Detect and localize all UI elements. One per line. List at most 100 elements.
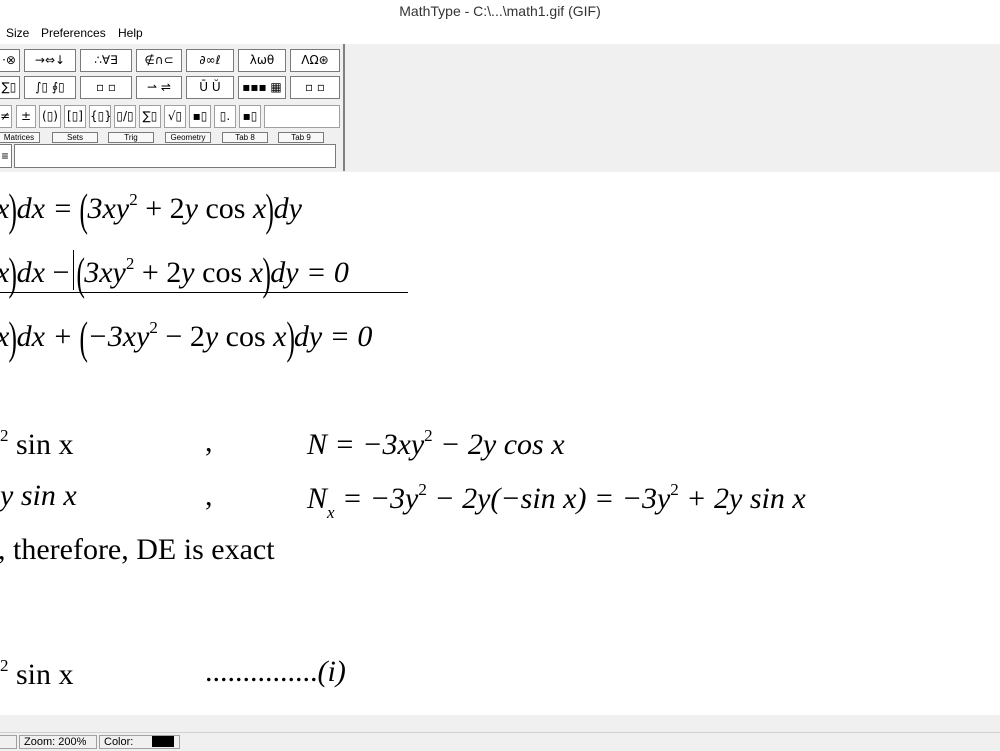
selection-underline	[0, 292, 408, 293]
eq3-x2: x	[273, 320, 287, 353]
toolbar-area: ·⊗ →⇔↓ ∴∀∃ ∉∩⊂ ∂∞ℓ λωθ ΛΩ⊛ ∑▯ ∫▯ ∮▯ ▫ ▫ …	[0, 44, 1000, 173]
eq3-open-paren: (	[79, 312, 89, 363]
menu-preferences[interactable]: Preferences	[41, 26, 106, 40]
eq2-dx: dx	[16, 256, 45, 289]
eq1-y: y	[184, 192, 198, 225]
eq2-y: y	[181, 256, 195, 289]
eq2-dy: dy = 0	[270, 256, 349, 289]
eq3-term: −3xy	[87, 320, 150, 353]
eq7-sup: 2	[0, 656, 9, 675]
tab-9[interactable]: Tab 9	[278, 132, 324, 143]
equation-line-2: x)dx − (3xy2 + 2y cos x)dy = 0	[0, 251, 349, 297]
palette-integral-button[interactable]: ∫▯ ∮▯	[24, 76, 76, 99]
eq1-plus: + 2	[137, 192, 185, 225]
eq2-close-paren-2: )	[262, 248, 271, 299]
small-plusminus-button[interactable]: ±	[16, 105, 36, 128]
palette-arrows-button[interactable]: →⇔↓	[24, 49, 76, 72]
eq3-y: y	[204, 320, 219, 353]
eq5-left: y sin x	[0, 479, 77, 512]
eq1-close-paren-2: )	[265, 184, 275, 235]
eq4-N: N = −3xy	[307, 428, 425, 461]
small-superscript-button[interactable]: ▪▯	[189, 105, 211, 128]
palette-sets-button[interactable]: ∉∩⊂	[136, 49, 182, 72]
eq7-dots: ...............	[205, 655, 318, 688]
eq3-dy: dy = 0	[293, 320, 373, 353]
palette-greek-lower-button[interactable]: λωθ	[238, 49, 286, 72]
equation-line-7-right: ...............(i)	[205, 657, 346, 687]
tab-matrices[interactable]: Matrices	[0, 132, 40, 143]
equation-line-5-comma: ,	[205, 479, 213, 512]
eq1-close-paren: )	[8, 184, 18, 235]
window-title: MathType - C:\...\math1.gif (GIF)	[399, 3, 601, 19]
small-sum-button[interactable]: ∑▯	[139, 105, 161, 128]
tab-geometry[interactable]: Geometry	[165, 132, 211, 143]
eq4-tail: − 2y cos x	[432, 428, 565, 461]
eq3-sup: 2	[149, 318, 158, 337]
small-script-button[interactable]: ▪▯	[239, 105, 261, 128]
tab-8[interactable]: Tab 8	[222, 132, 268, 143]
status-bar: Zoom: 200% Color:	[0, 732, 1000, 751]
eq5-tail: + 2y sin x	[678, 482, 806, 515]
eq7-label: (i)	[317, 655, 346, 688]
small-fraction-button[interactable]: ▯/▯	[114, 105, 136, 128]
eq5-sub: x	[327, 503, 335, 522]
eq1-sup: 2	[129, 190, 138, 209]
menu-help[interactable]: Help	[118, 26, 143, 40]
eq2-x2: x	[249, 256, 263, 289]
palette-underbar-button[interactable]: ▫ ▫	[80, 76, 132, 99]
small-brace-button[interactable]: {▯}	[89, 105, 111, 128]
small-bar-row[interactable]	[14, 144, 336, 168]
eq3-cos: cos	[218, 320, 274, 353]
menu-size[interactable]: Size	[6, 26, 29, 40]
palette-greek-upper-button[interactable]: ΛΩ⊛	[290, 49, 340, 72]
equation-template-icon[interactable]: ≡	[0, 144, 12, 168]
palette-labeled-arrow-button[interactable]: ⇀ ⇌	[136, 76, 182, 99]
eq1-open-paren: (	[79, 184, 89, 235]
tab-trig[interactable]: Trig	[108, 132, 154, 143]
equation-line-7-left: 2 sin x	[0, 657, 74, 690]
small-neq-button[interactable]: ≠	[0, 105, 12, 128]
palette-matrix-button[interactable]: ▪▪▪ ▦	[238, 76, 286, 99]
eq2-term: 3xy	[84, 256, 126, 289]
equation-line-4-comma: ,	[205, 425, 213, 458]
status-zoom: Zoom: 200%	[19, 735, 97, 749]
text-caret	[73, 250, 74, 290]
small-subscript-button[interactable]: ▯.	[214, 105, 236, 128]
tab-sets[interactable]: Sets	[52, 132, 98, 143]
equation-line-6: , therefore, DE is exact	[0, 533, 275, 566]
small-paren-button[interactable]: (▯)	[39, 105, 61, 128]
eq2-close-paren: )	[8, 248, 18, 299]
palette-misc-button[interactable]: ∂∞ℓ	[186, 49, 234, 72]
symbol-palette: ·⊗ →⇔↓ ∴∀∃ ∉∩⊂ ∂∞ℓ λωθ ΛΩ⊛ ∑▯ ∫▯ ∮▯ ▫ ▫ …	[0, 44, 345, 171]
eq5-sup2: 2	[670, 480, 679, 499]
small-sqrt-button[interactable]: √▯	[164, 105, 186, 128]
eq1-dx: dx =	[16, 192, 81, 225]
eq5-mid2: − 2y(−sin x) = −3y	[426, 482, 671, 515]
equation-line-5-right: Nx = −3y2 − 2y(−sin x) = −3y2 + 2y sin x	[307, 481, 806, 521]
status-color-label: Color:	[104, 736, 134, 748]
small-bracket-button[interactable]: [▯]	[64, 105, 86, 128]
palette-accent-button[interactable]: Ū Ŭ	[186, 76, 234, 99]
eq2-open-paren: (	[76, 248, 85, 299]
menu-bar: Size Preferences Help	[0, 23, 1000, 45]
eq3-dx: dx +	[16, 320, 81, 353]
bottom-margin	[0, 715, 1000, 732]
equation-line-5-left: y sin x	[0, 481, 77, 511]
palette-logic-button[interactable]: ∴∀∃	[80, 49, 132, 72]
eq1-x2: x	[252, 192, 267, 225]
eq5-N: N	[307, 482, 328, 515]
eq2-plus: + 2	[134, 256, 182, 289]
small-empty-slot[interactable]	[264, 105, 340, 128]
palette-sum-button[interactable]: ∑▯	[0, 76, 20, 99]
status-section-blank	[0, 735, 17, 749]
eq5-mid: = −3y	[334, 482, 419, 515]
eq2-cos: cos	[194, 256, 250, 289]
palette-box-button[interactable]: ▫ ▫	[290, 76, 340, 99]
palette-dot-operators-button[interactable]: ·⊗	[0, 49, 20, 72]
eq3-minus: − 2	[157, 320, 205, 353]
equation-line-1: x)dx = (3xy2 + 2y cos x)dy	[0, 187, 302, 233]
eq5-sup1: 2	[418, 480, 427, 499]
eq1-term: 3xy	[87, 192, 130, 225]
title-bar: MathType - C:\...\math1.gif (GIF)	[0, 0, 1000, 23]
color-swatch[interactable]	[152, 736, 174, 747]
